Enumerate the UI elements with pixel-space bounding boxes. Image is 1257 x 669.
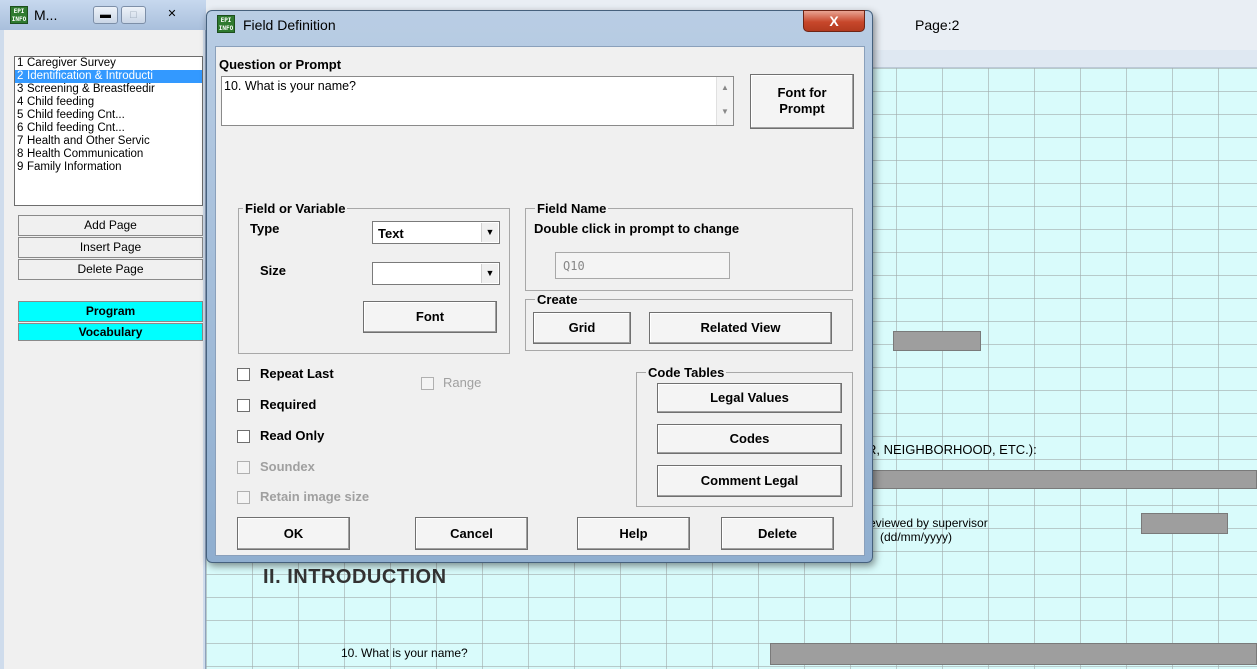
delete-button[interactable]: Delete [721, 517, 834, 550]
required-label: Required [260, 397, 317, 412]
chevron-down-icon[interactable]: ▼ [481, 223, 498, 242]
program-button[interactable]: Program [18, 301, 203, 322]
read-only-checkbox[interactable] [237, 430, 250, 443]
soundex-label: Soundex [260, 459, 315, 474]
field-name-title: Field Name [535, 201, 609, 216]
read-only-label: Read Only [260, 428, 325, 443]
comment-legal-button[interactable]: Comment Legal [657, 465, 842, 497]
app-icon: EPI INFO [217, 15, 235, 33]
minimize-button[interactable]: ▬ [93, 6, 118, 24]
field-box[interactable] [1141, 513, 1228, 534]
reviewed-label: eviewed by supervisor [869, 516, 988, 530]
help-button[interactable]: Help [577, 517, 690, 550]
page-list-titlebar: EPI INFO M... ▬ □ ✕ [0, 0, 206, 30]
field-name-hint: Double click in prompt to change [534, 221, 740, 236]
field-name-input[interactable]: Q10 [555, 252, 730, 279]
dialog-client: Question or Prompt 10. What is your name… [215, 46, 865, 556]
scroll-down-icon[interactable]: ▼ [721, 107, 729, 116]
page-listbox[interactable]: 1 Caregiver Survey 2 Identification & Intr… [14, 56, 203, 206]
repeat-last-checkbox[interactable] [237, 368, 250, 381]
repeat-last-label: Repeat Last [260, 366, 334, 381]
font-for-prompt-button[interactable]: Font for Prompt [750, 74, 854, 129]
field-name-value: Q10 [563, 259, 585, 273]
neighborhood-label: R, NEIGHBORHOOD, ETC.): [867, 442, 1037, 457]
type-label: Type [250, 221, 280, 236]
list-item[interactable]: 7 Health and Other Servic [15, 135, 202, 148]
range-checkbox[interactable] [421, 377, 434, 390]
list-item[interactable]: 1 Caregiver Survey [15, 57, 202, 70]
type-select[interactable]: Text ▼ [372, 221, 500, 244]
question-prompt-label: Question or Prompt [219, 57, 342, 72]
size-select[interactable]: ▼ [372, 262, 500, 285]
field-definition-dialog: EPI INFO Field Definition X Question or P… [206, 10, 873, 563]
dialog-title: Field Definition [243, 17, 336, 33]
legal-values-button[interactable]: Legal Values [657, 383, 842, 413]
codes-button[interactable]: Codes [657, 424, 842, 454]
type-value: Text [378, 226, 404, 241]
code-tables-title: Code Tables [646, 365, 727, 380]
name-field-box[interactable] [770, 643, 1257, 665]
list-item[interactable]: 5 Child feeding Cnt... [15, 109, 202, 122]
retain-image-size-label: Retain image size [260, 489, 370, 504]
page-indicator: Page:2 [915, 17, 960, 33]
scroll-up-icon[interactable]: ▲ [721, 83, 729, 92]
chevron-down-icon[interactable]: ▼ [481, 264, 498, 283]
font-for-prompt-label: Font for Prompt [777, 85, 827, 116]
grid-button[interactable]: Grid [533, 312, 631, 344]
vocabulary-button[interactable]: Vocabulary [18, 323, 203, 341]
prompt-text: 10. What is your name? [224, 79, 357, 93]
ok-button[interactable]: OK [237, 517, 350, 550]
window-title: M... [34, 7, 58, 23]
section-heading: II. INTRODUCTION [263, 566, 447, 588]
list-item[interactable]: 4 Child feeding [15, 96, 202, 109]
list-item[interactable]: 6 Child feeding Cnt... [15, 122, 202, 135]
related-view-button[interactable]: Related View [649, 312, 832, 344]
cancel-button[interactable]: Cancel [415, 517, 528, 550]
retain-image-size-checkbox[interactable] [237, 491, 250, 504]
maximize-button[interactable]: □ [121, 6, 146, 24]
list-item-selected[interactable]: 2 Identification & Introducti [15, 70, 202, 83]
close-button[interactable]: X [803, 10, 865, 32]
field-box[interactable] [893, 331, 981, 351]
font-button[interactable]: Font [363, 301, 497, 333]
create-title: Create [535, 292, 580, 307]
size-label: Size [260, 263, 287, 278]
question-label: 10. What is your name? [341, 646, 468, 660]
required-checkbox[interactable] [237, 399, 250, 412]
list-item[interactable]: 8 Health Communication [15, 148, 202, 161]
field-variable-title: Field or Variable [243, 201, 348, 216]
list-item[interactable]: 3 Screening & Breastfeedir [15, 83, 202, 96]
soundex-checkbox[interactable] [237, 461, 250, 474]
date-format-label: (dd/mm/yyyy) [880, 530, 952, 544]
page-list-window: EPI INFO M... ▬ □ ✕ 1 Caregiver Survey 2 Id… [0, 0, 206, 669]
close-icon[interactable]: ✕ [158, 6, 186, 24]
field-box[interactable] [870, 470, 1257, 489]
range-label: Range [443, 375, 482, 390]
app-icon: EPI INFO [10, 6, 28, 24]
prompt-textarea[interactable]: 10. What is your name? ▲ ▼ [221, 76, 734, 126]
add-page-button[interactable]: Add Page [18, 215, 203, 236]
delete-page-button[interactable]: Delete Page [18, 259, 203, 280]
list-item[interactable]: 9 Family Information [15, 161, 202, 174]
prompt-scrollbar[interactable]: ▲ ▼ [716, 77, 733, 125]
insert-page-button[interactable]: Insert Page [18, 237, 203, 258]
